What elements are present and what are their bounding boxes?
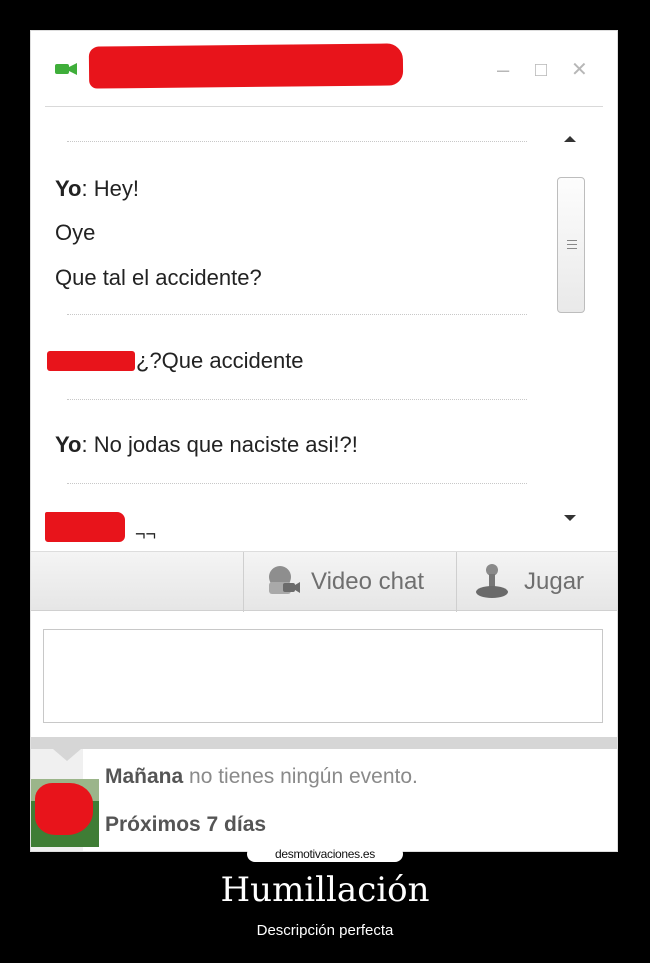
message-divider — [67, 483, 527, 484]
avatar[interactable] — [31, 779, 99, 847]
message-line: ¿?Que accidente — [136, 348, 304, 374]
events-pointer — [53, 749, 81, 761]
events-next-7-days[interactable]: Próximos 7 días — [105, 813, 266, 837]
scroll-up-icon[interactable] — [564, 136, 576, 142]
message-text: Hey! — [93, 176, 139, 201]
chat-toolbar: Video chat Jugar — [31, 551, 617, 612]
redacted-contact-name — [45, 512, 125, 542]
header-divider — [45, 106, 603, 107]
chat-window: – □ ✕ Yo: Hey! Oye Que tal el accidente?… — [30, 30, 618, 852]
message-line: Yo: Hey! — [55, 176, 139, 202]
message-separator: : — [81, 176, 94, 201]
message-sender: Yo — [55, 176, 82, 201]
message-divider — [67, 314, 527, 315]
message-sender: Yo — [55, 432, 82, 457]
video-chat-icon — [269, 566, 300, 594]
minimize-button[interactable]: – — [497, 59, 509, 81]
events-tomorrow-label: Mañana — [105, 765, 184, 788]
message-line: Yo: No jodas que naciste asi!?! — [55, 432, 358, 458]
jugar-label: Jugar — [524, 568, 585, 595]
video-chat-button[interactable]: Video chat — [245, 552, 455, 610]
events-panel-border — [31, 737, 617, 749]
message-separator: : — [81, 432, 94, 457]
video-chat-label: Video chat — [311, 568, 424, 595]
events-tomorrow: Mañana no tienes ningún evento. — [105, 765, 418, 789]
poster-title: Humillación — [220, 870, 430, 910]
redacted-contact-name — [47, 351, 135, 371]
scroll-down-icon[interactable] — [564, 515, 576, 521]
toolbar-divider — [243, 552, 244, 612]
message-divider — [67, 399, 527, 400]
jugar-button[interactable]: Jugar — [458, 552, 617, 610]
poster-subtitle: Descripción perfecta — [256, 922, 394, 939]
message-text: No jodas que naciste asi!?! — [93, 432, 358, 457]
message-divider — [67, 141, 527, 142]
redacted-contact-name — [88, 43, 404, 89]
message-input[interactable] — [43, 629, 603, 723]
message-line: ¬¬ — [135, 521, 156, 547]
maximize-button[interactable]: □ — [535, 59, 547, 81]
message-text: ¿?Que accidente — [136, 348, 304, 373]
message-line: Que tal el accidente? — [55, 265, 262, 291]
message-text: Oye — [55, 220, 96, 245]
message-line: Oye — [55, 220, 95, 246]
message-text: ¬¬ — [135, 524, 157, 544]
events-tomorrow-text: no tienes ningún evento. — [183, 765, 418, 788]
scroll-thumb[interactable] — [557, 177, 585, 313]
camera-icon[interactable] — [55, 62, 77, 76]
site-watermark: desmotivaciones.es — [247, 846, 403, 862]
toolbar-divider — [456, 552, 457, 612]
close-button[interactable]: ✕ — [571, 59, 588, 81]
message-text: Que tal el accidente? — [55, 265, 262, 290]
joystick-icon — [476, 564, 508, 598]
